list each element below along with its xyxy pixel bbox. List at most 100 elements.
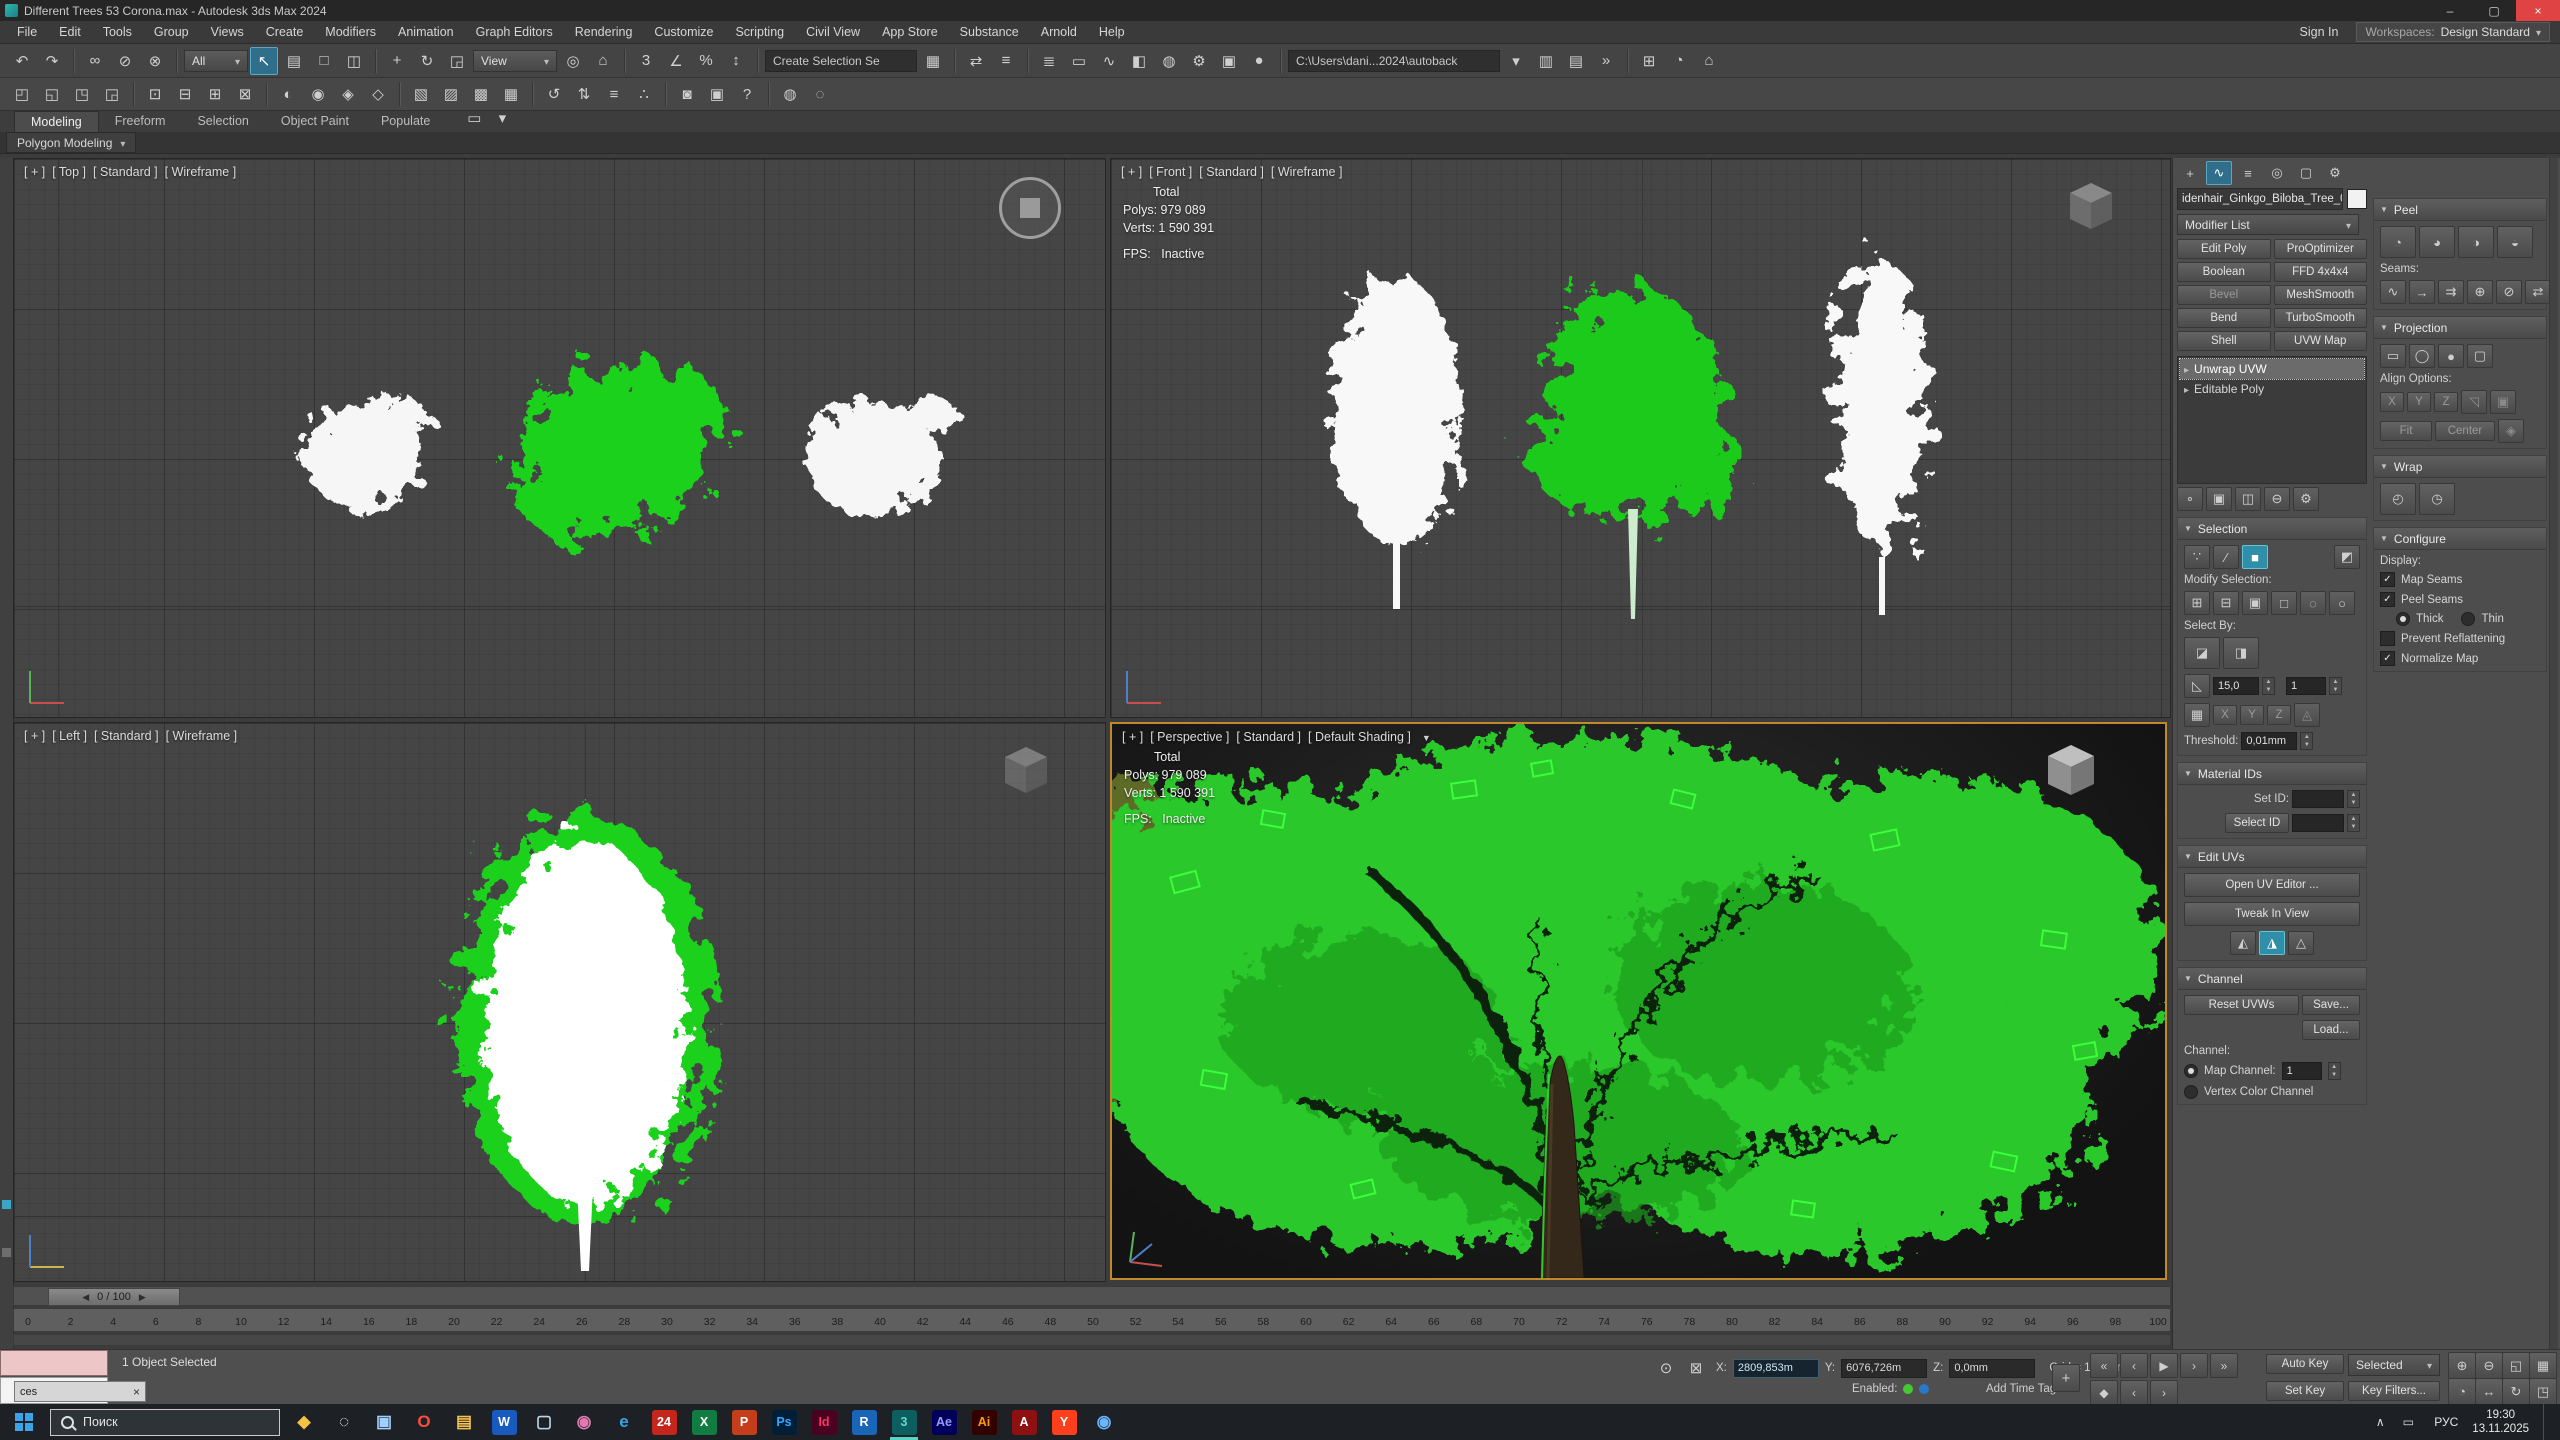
menu-item-tools[interactable]: Tools bbox=[92, 21, 143, 44]
hierarchy-tab-icon[interactable]: ≡ bbox=[2235, 161, 2261, 185]
layer-explorer-icon[interactable]: ≣ bbox=[1035, 47, 1063, 75]
y-coordinate-field[interactable]: 6076,726m bbox=[1841, 1359, 1927, 1378]
point-to-point-seam-icon[interactable]: → bbox=[2409, 280, 2435, 304]
3dsmax-icon[interactable]: 3 bbox=[884, 1404, 924, 1440]
zoom-extents-icon[interactable]: ◱ bbox=[2502, 1352, 2530, 1379]
clear-seams-icon[interactable]: ⊘ bbox=[2496, 280, 2522, 304]
normal-select-icon[interactable]: ◬ bbox=[2294, 703, 2320, 727]
toggle-ribbon-icon[interactable]: ▭ bbox=[1065, 47, 1093, 75]
previous-frame-icon[interactable]: ‹ bbox=[2120, 1353, 2148, 1378]
modifier-button-shell[interactable]: Shell bbox=[2177, 331, 2271, 351]
polygon-sub-icon[interactable]: ■ bbox=[2242, 545, 2268, 569]
modifier-button-bevel[interactable]: Bevel bbox=[2177, 285, 2271, 305]
stack-expand-icon[interactable] bbox=[2184, 382, 2189, 396]
word-icon[interactable]: W bbox=[484, 1404, 524, 1440]
menu-item-arnold[interactable]: Arnold bbox=[1030, 21, 1088, 44]
viewport-menu-caret-icon[interactable] bbox=[1422, 730, 1431, 744]
extrude-tool-icon[interactable]: ▧ bbox=[407, 80, 435, 108]
material-ids-rollout-header[interactable]: Material IDs bbox=[2178, 763, 2366, 785]
channel-rollout-header[interactable]: Channel bbox=[2178, 968, 2366, 990]
reset-uvws-button[interactable]: Reset UVWs bbox=[2184, 995, 2299, 1015]
material-editor-icon[interactable]: ◍ bbox=[1155, 47, 1183, 75]
select-object-icon[interactable]: ↖ bbox=[250, 47, 278, 75]
open-explorer-icon[interactable]: ▤ bbox=[1562, 47, 1590, 75]
asset-tracking-icon[interactable]: ▥ bbox=[1532, 47, 1560, 75]
peel-seams-checkbox[interactable] bbox=[2380, 592, 2395, 607]
widgets-icon[interactable]: ◆ bbox=[284, 1404, 324, 1440]
create-tab-icon[interactable]: + bbox=[2177, 161, 2203, 185]
set-key-button[interactable]: Set Key bbox=[2266, 1381, 2344, 1401]
menu-item-scripting[interactable]: Scripting bbox=[724, 21, 795, 44]
store-icon[interactable]: ▣ bbox=[364, 1404, 404, 1440]
sign-in-button[interactable]: Sign In bbox=[2292, 25, 2347, 39]
vertex-color-radio[interactable] bbox=[2184, 1085, 2198, 1099]
soft-selection-icon[interactable]: ◐ bbox=[274, 80, 302, 108]
prevent-reflattening-checkbox[interactable] bbox=[2380, 631, 2395, 646]
tray-expand-icon[interactable]: ∧ bbox=[2368, 1408, 2392, 1436]
language-indicator[interactable]: РУС bbox=[2434, 1415, 2458, 1429]
select-border-icon[interactable]: □ bbox=[2271, 591, 2297, 615]
ribbon-tab-selection[interactable]: Selection bbox=[181, 111, 264, 131]
map-seams-checkbox[interactable] bbox=[2380, 572, 2395, 587]
select-and-scale-icon[interactable]: ◲ bbox=[443, 47, 471, 75]
reset-peel-icon[interactable]: ◑ bbox=[2458, 226, 2494, 258]
zoom-extents-all-icon[interactable]: ▦ bbox=[2529, 1352, 2557, 1379]
paint-icon[interactable]: ◉ bbox=[564, 1404, 604, 1440]
render-setup-icon[interactable]: ⚙ bbox=[1185, 47, 1213, 75]
play-icon[interactable]: ▶ bbox=[2150, 1353, 2178, 1378]
menu-item-views[interactable]: Views bbox=[200, 21, 255, 44]
orbit-icon[interactable]: ↻ bbox=[2502, 1378, 2530, 1405]
edge-tool-icon[interactable]: ⊟ bbox=[171, 80, 199, 108]
powerpoint-icon[interactable]: P bbox=[724, 1404, 764, 1440]
auto-key-button[interactable]: Auto Key bbox=[2266, 1354, 2344, 1374]
ribbon-caret-icon[interactable]: ▾ bbox=[488, 104, 516, 132]
key-mode-toggle-icon[interactable]: ◆ bbox=[2090, 1380, 2118, 1405]
viewcube-compass[interactable] bbox=[999, 177, 1061, 239]
dock-tab-icon[interactable] bbox=[2, 1200, 11, 1209]
after-effects-icon[interactable]: Ae bbox=[924, 1404, 964, 1440]
planar-angle-toggle-icon[interactable]: ◺ bbox=[2184, 674, 2210, 698]
edge-sub-icon[interactable]: ∕ bbox=[2213, 545, 2239, 569]
yandex-icon[interactable]: Y bbox=[1044, 1404, 1084, 1440]
display-floater-icon[interactable]: ▣ bbox=[703, 80, 731, 108]
percent-snap-icon[interactable]: % bbox=[692, 47, 720, 75]
modifier-button-meshsmooth[interactable]: MeshSmooth bbox=[2274, 285, 2368, 305]
menu-item-create[interactable]: Create bbox=[255, 21, 315, 44]
configure-modifier-sets-icon[interactable]: ⚙ bbox=[2293, 487, 2319, 511]
timeline-ruler[interactable]: 0246810121416182022242628303234363840424… bbox=[13, 1308, 2171, 1332]
menu-item-group[interactable]: Group bbox=[143, 21, 200, 44]
selection-filter-dropdown[interactable]: All bbox=[184, 50, 248, 72]
illustrator-icon[interactable]: Ai bbox=[964, 1404, 1004, 1440]
matid-field[interactable]: 1 bbox=[2286, 677, 2326, 695]
viewport-general-menu[interactable]: [ + ] bbox=[24, 729, 45, 743]
paint-connect-icon[interactable]: ⇅ bbox=[570, 80, 598, 108]
spherical-map-icon[interactable]: ● bbox=[2438, 344, 2464, 368]
menu-item-rendering[interactable]: Rendering bbox=[564, 21, 644, 44]
threshold-spinner[interactable] bbox=[2300, 732, 2313, 750]
select-and-rotate-icon[interactable]: ↻ bbox=[413, 47, 441, 75]
attach-icon[interactable]: ◳ bbox=[68, 80, 96, 108]
start-button[interactable] bbox=[0, 1404, 48, 1440]
ring-uv-icon[interactable]: ○ bbox=[2329, 591, 2355, 615]
viewport-standard-menu[interactable]: [ Standard ] bbox=[1199, 165, 1264, 179]
use-pivot-center-icon[interactable]: ◎ bbox=[559, 47, 587, 75]
command-panel-scrollbar[interactable] bbox=[2549, 158, 2558, 1349]
planar-map-icon[interactable]: ▭ bbox=[2380, 344, 2406, 368]
stack-item-unwrap-uvw[interactable]: Unwrap UVW bbox=[2180, 359, 2364, 379]
x-axis-toggle[interactable]: X bbox=[2213, 705, 2237, 725]
cv-curve-icon[interactable]: ◱ bbox=[38, 80, 66, 108]
shrink-selection-icon[interactable]: ◇ bbox=[364, 80, 392, 108]
save-uvws-button[interactable]: Save... bbox=[2302, 995, 2360, 1015]
menu-item-file[interactable]: File bbox=[6, 21, 48, 44]
wrap-rollout-header[interactable]: Wrap bbox=[2374, 456, 2546, 478]
chrome-icon[interactable]: ◉ bbox=[1084, 1404, 1124, 1440]
select-and-link-icon[interactable]: ∞ bbox=[81, 47, 109, 75]
normalize-map-checkbox[interactable] bbox=[2380, 651, 2395, 666]
mirror-icon[interactable]: ⇄ bbox=[962, 47, 990, 75]
thick-radio[interactable] bbox=[2396, 612, 2410, 626]
show-desktop-button[interactable] bbox=[2543, 1404, 2552, 1440]
menu-item-app-store[interactable]: App Store bbox=[871, 21, 949, 44]
ribbon-tab-freeform[interactable]: Freeform bbox=[99, 111, 182, 131]
peel-rollout-header[interactable]: Peel bbox=[2374, 199, 2546, 221]
edit-uvs-rollout-header[interactable]: Edit UVs bbox=[2178, 846, 2366, 868]
